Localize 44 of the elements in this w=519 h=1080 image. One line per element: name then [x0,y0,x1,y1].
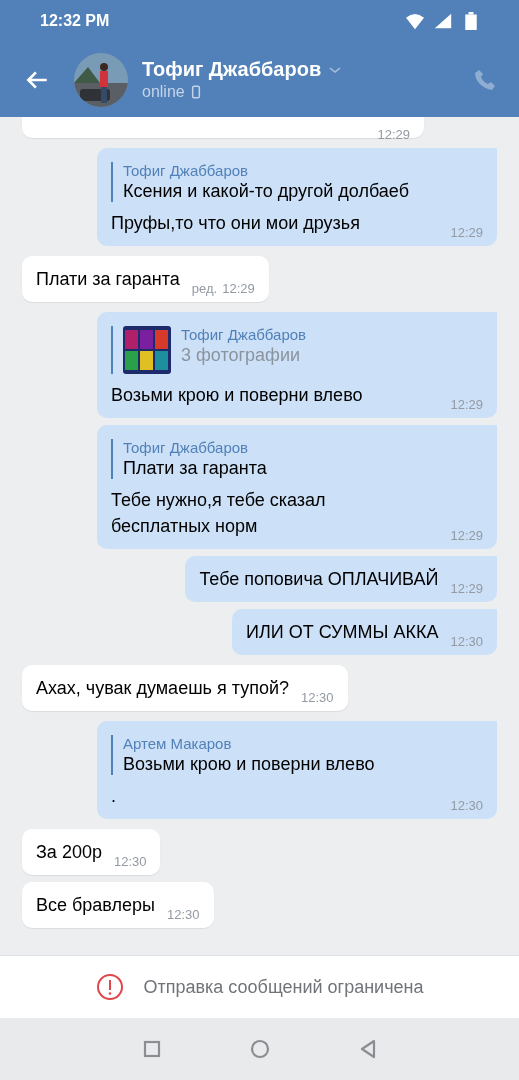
message-text: . [111,785,116,808]
message-text: Возьми крою и поверни влево [111,384,363,407]
home-circle-icon[interactable] [249,1039,270,1059]
message-text: За 200р [36,841,102,864]
message-time: 12:29 [450,225,483,240]
warning-icon [95,973,124,1001]
message-time: 12:30 [450,634,483,649]
message-text: Тебе нужно,я тебе сказал бесплатных норм [111,489,326,538]
phone-device-icon [190,85,201,99]
quoted-message[interactable]: Тофиг Джаббаров Плати за гаранта [111,439,483,479]
message-text: Пруфы,то что они мои друзья [111,212,360,235]
message-time: 12:29 [377,127,410,142]
quote-author: Тофиг Джаббаров [123,439,250,456]
message-time: 12:30 [166,907,200,922]
message-text: Тебе поповича ОПЛАЧИВАЙ [199,567,439,591]
message-time: 12:29 [450,581,483,596]
message-time: 12:29 [222,281,255,296]
message-time: 12:29 [450,397,483,412]
signal-icon [433,12,453,30]
quote-text: Ксения и какой-то другой долбаеб [123,181,409,202]
wifi-icon [405,12,425,30]
recents-square-icon[interactable] [141,1039,162,1059]
message-text: Все бравлеры [36,894,155,917]
edited-label: ред. [191,281,218,296]
quote-author: Артем Макаров [123,735,233,752]
attachment-label: 3 фотографии [181,345,301,366]
quote-text: Плати за гаранта [123,458,267,479]
message-text: Ахах, чувак думаешь я тупой? [36,677,289,700]
quoted-message[interactable]: Тофиг Джаббаров Ксения и какой-то другой долбаеб [111,162,483,202]
message-text: ИЛИ ОТ СУММЫ АККА [246,621,439,644]
quoted-message[interactable]: Артем Макаров Возьми крою и поверни влево [111,735,483,775]
status-time: 12:32 PM [40,12,110,30]
message-time: 12:30 [450,798,483,813]
quote-author: Тофиг Джаббаров [181,326,307,343]
message-text: Плати за гаранта [36,268,180,291]
message-time: 12:29 [450,528,483,543]
message-time: 12:30 [301,690,334,705]
quote-text: Возьми крою и поверни влево [123,754,375,775]
online-status: online [142,83,185,101]
contact-name[interactable]: Тофиг Джаббаров [142,58,322,81]
quote-author: Тофиг Джаббаров [123,162,250,179]
message-time: 12:30 [113,854,147,869]
phone-call-icon[interactable] [473,67,497,92]
restriction-notice: Отправка сообщений ограничена [143,976,424,998]
